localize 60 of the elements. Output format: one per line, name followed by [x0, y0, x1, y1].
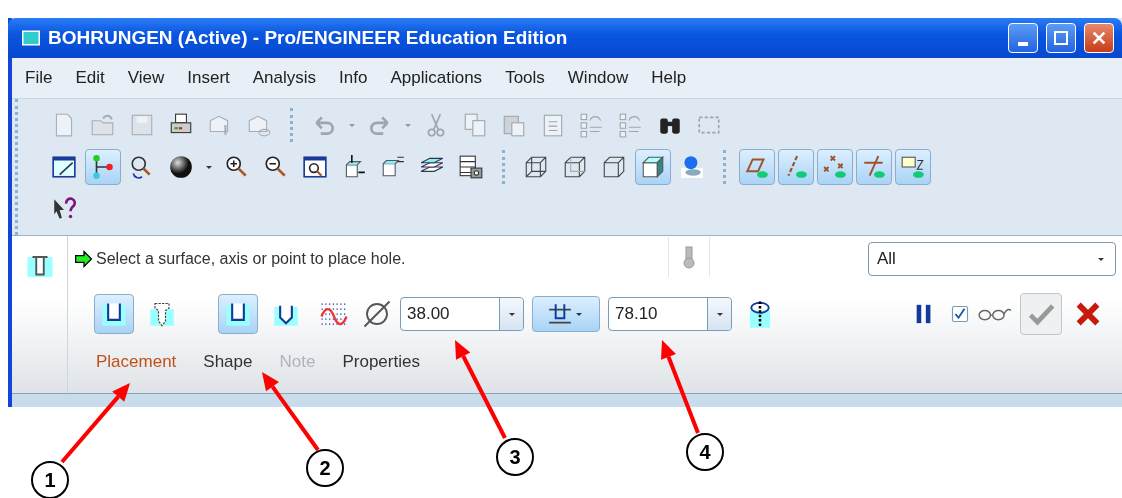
toolbar-button[interactable]: [635, 149, 671, 185]
combo-box[interactable]: 78.10: [608, 297, 732, 331]
value-field[interactable]: 38.00: [401, 298, 499, 330]
maximize-icon: [1053, 30, 1069, 46]
callout-number: 2: [306, 449, 344, 487]
node-graph-icon: [90, 154, 116, 180]
menu-item[interactable]: Tools: [505, 68, 545, 88]
note-eye-icon: [900, 154, 926, 180]
squares-arrows-icon: [579, 112, 605, 138]
depth-option-button[interactable]: [532, 296, 600, 332]
menu-item[interactable]: Insert: [187, 68, 230, 88]
menu-item[interactable]: View: [127, 68, 165, 88]
tab[interactable]: Shape: [203, 352, 253, 372]
menu-item[interactable]: Analysis: [252, 68, 317, 88]
window-icon: [22, 29, 40, 47]
diameter-icon: [362, 299, 392, 329]
window-magnifier-icon: [302, 154, 328, 180]
points-eye-icon: [822, 154, 848, 180]
dropdown-button[interactable]: [499, 298, 523, 330]
status-message: Select a surface, axis or point to place hole.: [96, 250, 407, 268]
menu-item[interactable]: Help: [651, 68, 687, 88]
table-camera-icon: [458, 154, 484, 180]
sphere-shadow-icon: [679, 154, 705, 180]
hidden-line-cube-icon: [562, 154, 588, 180]
close-icon: [1091, 30, 1107, 46]
sphere-icon: [168, 154, 194, 180]
maximize-button[interactable]: [1046, 23, 1076, 53]
minimize-icon: [1018, 42, 1028, 46]
folder-icon: [90, 112, 116, 138]
callout-number: 4: [686, 433, 724, 471]
callout-number: 1: [31, 461, 69, 498]
toggle-button[interactable]: [218, 294, 258, 334]
arrow-icon: [74, 249, 94, 269]
menu-item[interactable]: Edit: [75, 68, 105, 88]
wireframe-cube-icon: [523, 154, 549, 180]
cancel-icon: [1074, 300, 1102, 328]
value-field[interactable]: 78.10: [609, 298, 707, 330]
toggle-button[interactable]: [94, 294, 134, 334]
menu-item[interactable]: File: [25, 68, 53, 88]
filter-dropdown[interactable]: All: [868, 242, 1116, 276]
screw-icon: [148, 300, 176, 328]
minimize-button[interactable]: [1008, 23, 1038, 53]
window-brush-icon: [51, 154, 77, 180]
copy-icon: [462, 112, 488, 138]
tab[interactable]: Placement: [96, 352, 177, 372]
menu-item[interactable]: Applications: [390, 68, 483, 88]
callout-number: 3: [496, 438, 534, 476]
close-button[interactable]: [1084, 23, 1114, 53]
cube-icon: [601, 154, 627, 180]
glasses-icon: [978, 307, 1012, 321]
dropdown-button[interactable]: [707, 298, 731, 330]
csys-eye-icon: [861, 154, 887, 180]
combo-box[interactable]: 38.00: [400, 297, 524, 331]
menu-item[interactable]: Window: [567, 68, 629, 88]
squares-arrows-icon: [618, 112, 644, 138]
shaded-cube-icon: [640, 154, 666, 180]
menu-item[interactable]: Info: [339, 68, 368, 88]
window-title: BOHRUNGEN (Active) - Pro/ENGINEER Education Edition: [48, 27, 569, 49]
checkbox-icon: [951, 305, 969, 323]
tab[interactable]: Properties: [342, 352, 420, 372]
